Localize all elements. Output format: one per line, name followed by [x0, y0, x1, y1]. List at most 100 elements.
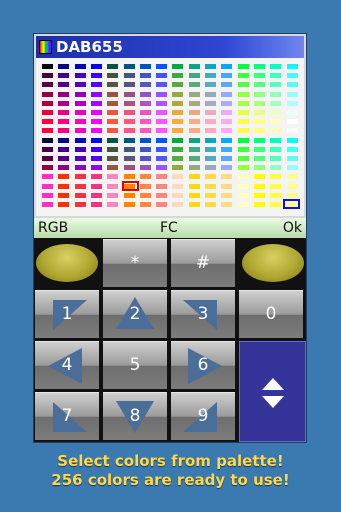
palette-swatch[interactable]: [74, 192, 86, 198]
palette-swatch[interactable]: [139, 192, 151, 198]
palette-swatch[interactable]: [74, 82, 86, 88]
rgb-soft-label[interactable]: RGB: [38, 218, 68, 238]
palette-swatch[interactable]: [188, 100, 200, 106]
right-soft-key[interactable]: [240, 238, 306, 286]
palette-swatch[interactable]: [205, 100, 216, 106]
palette-swatch[interactable]: [286, 100, 298, 106]
palette-swatch[interactable]: [42, 64, 53, 69]
palette-swatch[interactable]: [253, 73, 265, 79]
palette-swatch[interactable]: [139, 146, 151, 152]
palette-swatch[interactable]: [42, 128, 53, 134]
palette-swatch[interactable]: [90, 183, 102, 189]
palette-swatch[interactable]: [42, 156, 53, 161]
palette-swatch[interactable]: [205, 110, 216, 115]
key-7[interactable]: 7: [35, 392, 99, 440]
palette-swatch[interactable]: [221, 100, 233, 106]
palette-swatch[interactable]: [237, 156, 249, 161]
palette-swatch[interactable]: [237, 183, 249, 189]
palette-swatch[interactable]: [107, 128, 119, 134]
palette-swatch[interactable]: [156, 110, 168, 115]
palette-swatch[interactable]: [286, 174, 298, 180]
palette-swatch[interactable]: [270, 64, 282, 69]
palette-swatch[interactable]: [221, 183, 233, 189]
palette-swatch[interactable]: [253, 128, 265, 134]
palette-swatch[interactable]: [205, 192, 216, 198]
palette-swatch[interactable]: [123, 100, 135, 106]
palette-swatch[interactable]: [139, 82, 151, 88]
palette-swatch[interactable]: [270, 174, 282, 180]
palette-swatch[interactable]: [58, 82, 70, 88]
palette-swatch[interactable]: [188, 137, 200, 143]
palette-swatch[interactable]: [123, 119, 135, 125]
palette-swatch[interactable]: [253, 165, 265, 171]
palette-swatch[interactable]: [221, 156, 233, 161]
palette-swatch[interactable]: [237, 100, 249, 106]
palette-swatch[interactable]: [221, 91, 233, 97]
palette-swatch[interactable]: [188, 174, 200, 180]
palette-swatch[interactable]: [42, 192, 53, 198]
palette-swatch[interactable]: [172, 137, 184, 143]
palette-swatch[interactable]: [90, 165, 102, 171]
palette-swatch[interactable]: [172, 192, 184, 198]
palette-swatch[interactable]: [156, 183, 168, 189]
palette-swatch[interactable]: [188, 82, 200, 88]
palette-swatch[interactable]: [221, 119, 233, 125]
palette-swatch[interactable]: [107, 119, 119, 125]
palette-swatch[interactable]: [270, 128, 282, 134]
palette-swatch[interactable]: [237, 91, 249, 97]
palette-swatch[interactable]: [253, 202, 265, 207]
palette-swatch[interactable]: [58, 165, 70, 171]
palette-swatch[interactable]: [90, 137, 102, 143]
palette-swatch[interactable]: [90, 146, 102, 152]
palette-swatch[interactable]: [253, 110, 265, 115]
palette-swatch[interactable]: [58, 183, 70, 189]
palette-swatch[interactable]: [286, 165, 298, 171]
palette-swatch[interactable]: [90, 73, 102, 79]
palette-swatch[interactable]: [156, 165, 168, 171]
palette-swatch[interactable]: [58, 73, 70, 79]
palette-swatch[interactable]: [139, 137, 151, 143]
palette-swatch[interactable]: [237, 192, 249, 198]
palette-swatch[interactable]: [172, 119, 184, 125]
palette-swatch[interactable]: [74, 165, 86, 171]
palette-swatch[interactable]: [172, 165, 184, 171]
palette-swatch[interactable]: [253, 137, 265, 143]
palette-swatch[interactable]: [172, 183, 184, 189]
palette-swatch[interactable]: [286, 73, 298, 79]
palette-swatch[interactable]: [156, 146, 168, 152]
palette-swatch[interactable]: [74, 137, 86, 143]
palette-swatch[interactable]: [188, 202, 200, 207]
palette-swatch[interactable]: [58, 174, 70, 180]
palette-swatch[interactable]: [123, 192, 135, 198]
palette-swatch[interactable]: [74, 174, 86, 180]
palette-swatch[interactable]: [270, 110, 282, 115]
palette-swatch[interactable]: [221, 73, 233, 79]
palette-swatch[interactable]: [253, 183, 265, 189]
palette-swatch[interactable]: [221, 174, 233, 180]
palette-swatch[interactable]: [74, 183, 86, 189]
palette-swatch[interactable]: [221, 146, 233, 152]
palette-swatch[interactable]: [107, 156, 119, 161]
palette-swatch[interactable]: [123, 128, 135, 134]
palette-swatch[interactable]: [221, 82, 233, 88]
palette-swatch[interactable]: [172, 73, 184, 79]
palette-swatch[interactable]: [270, 73, 282, 79]
palette-swatch[interactable]: [42, 82, 53, 88]
palette-swatch[interactable]: [123, 64, 135, 69]
palette-swatch[interactable]: [123, 146, 135, 152]
palette-swatch[interactable]: [270, 82, 282, 88]
palette-swatch[interactable]: [74, 100, 86, 106]
palette-swatch[interactable]: [156, 192, 168, 198]
key-1[interactable]: 1: [35, 290, 99, 338]
palette-swatch[interactable]: [286, 110, 298, 115]
palette-swatch[interactable]: [123, 82, 135, 88]
palette-swatch[interactable]: [74, 73, 86, 79]
palette-swatch[interactable]: [139, 100, 151, 106]
palette-swatch[interactable]: [188, 156, 200, 161]
palette-swatch[interactable]: [270, 119, 282, 125]
palette-swatch[interactable]: [253, 82, 265, 88]
palette-swatch[interactable]: [156, 128, 168, 134]
palette-swatch[interactable]: [74, 146, 86, 152]
palette-swatch[interactable]: [253, 119, 265, 125]
palette-swatch[interactable]: [205, 64, 216, 69]
